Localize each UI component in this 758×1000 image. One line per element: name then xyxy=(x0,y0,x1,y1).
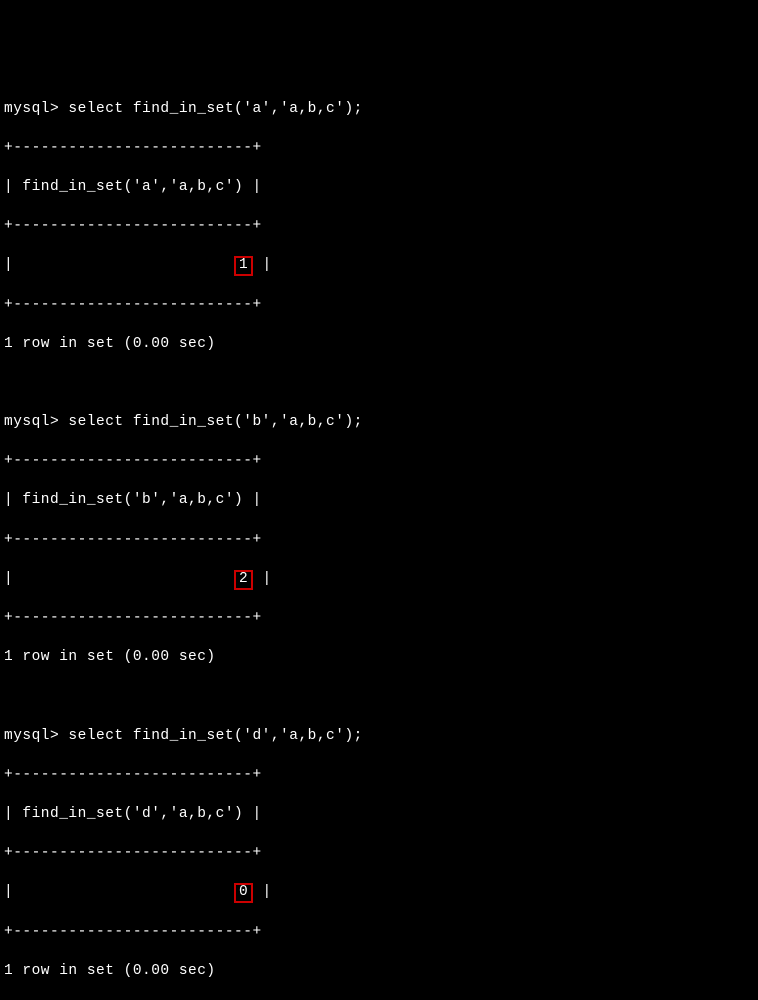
table-row: | 2 | xyxy=(4,570,754,590)
prompt: mysql> xyxy=(4,728,59,744)
sql-command: select find_in_set('a','a,b,c'); xyxy=(68,101,362,117)
table-header: | find_in_set('b','a,b,c') | xyxy=(4,491,754,511)
prompt: mysql> xyxy=(4,414,59,430)
result-footer: 1 row in set (0.00 sec) xyxy=(4,962,754,982)
table-row: | 0 | xyxy=(4,883,754,903)
table-border: +--------------------------+ xyxy=(4,609,754,629)
table-border: +--------------------------+ xyxy=(4,296,754,316)
query-line: mysql> select find_in_set('d','a,b,c'); xyxy=(4,727,754,747)
table-border: +--------------------------+ xyxy=(4,531,754,551)
result-footer: 1 row in set (0.00 sec) xyxy=(4,335,754,355)
table-border: +--------------------------+ xyxy=(4,452,754,472)
terminal-output: mysql> select find_in_set('a','a,b,c'); … xyxy=(4,80,754,1000)
table-border: +--------------------------+ xyxy=(4,766,754,786)
prompt: mysql> xyxy=(4,101,59,117)
table-row: | 1 | xyxy=(4,256,754,276)
query-line: mysql> select find_in_set('a','a,b,c'); xyxy=(4,100,754,120)
table-border: +--------------------------+ xyxy=(4,923,754,943)
table-border: +--------------------------+ xyxy=(4,844,754,864)
table-border: +--------------------------+ xyxy=(4,217,754,237)
result-footer: 1 row in set (0.00 sec) xyxy=(4,648,754,668)
result-highlight: 2 xyxy=(234,570,253,590)
table-border: +--------------------------+ xyxy=(4,139,754,159)
blank-line xyxy=(4,374,754,394)
table-header: | find_in_set('a','a,b,c') | xyxy=(4,178,754,198)
result-highlight: 0 xyxy=(234,883,253,903)
result-highlight: 1 xyxy=(234,256,253,276)
blank-line xyxy=(4,687,754,707)
sql-command: select find_in_set('b','a,b,c'); xyxy=(68,414,362,430)
query-line: mysql> select find_in_set('b','a,b,c'); xyxy=(4,413,754,433)
sql-command: select find_in_set('d','a,b,c'); xyxy=(68,728,362,744)
table-header: | find_in_set('d','a,b,c') | xyxy=(4,805,754,825)
